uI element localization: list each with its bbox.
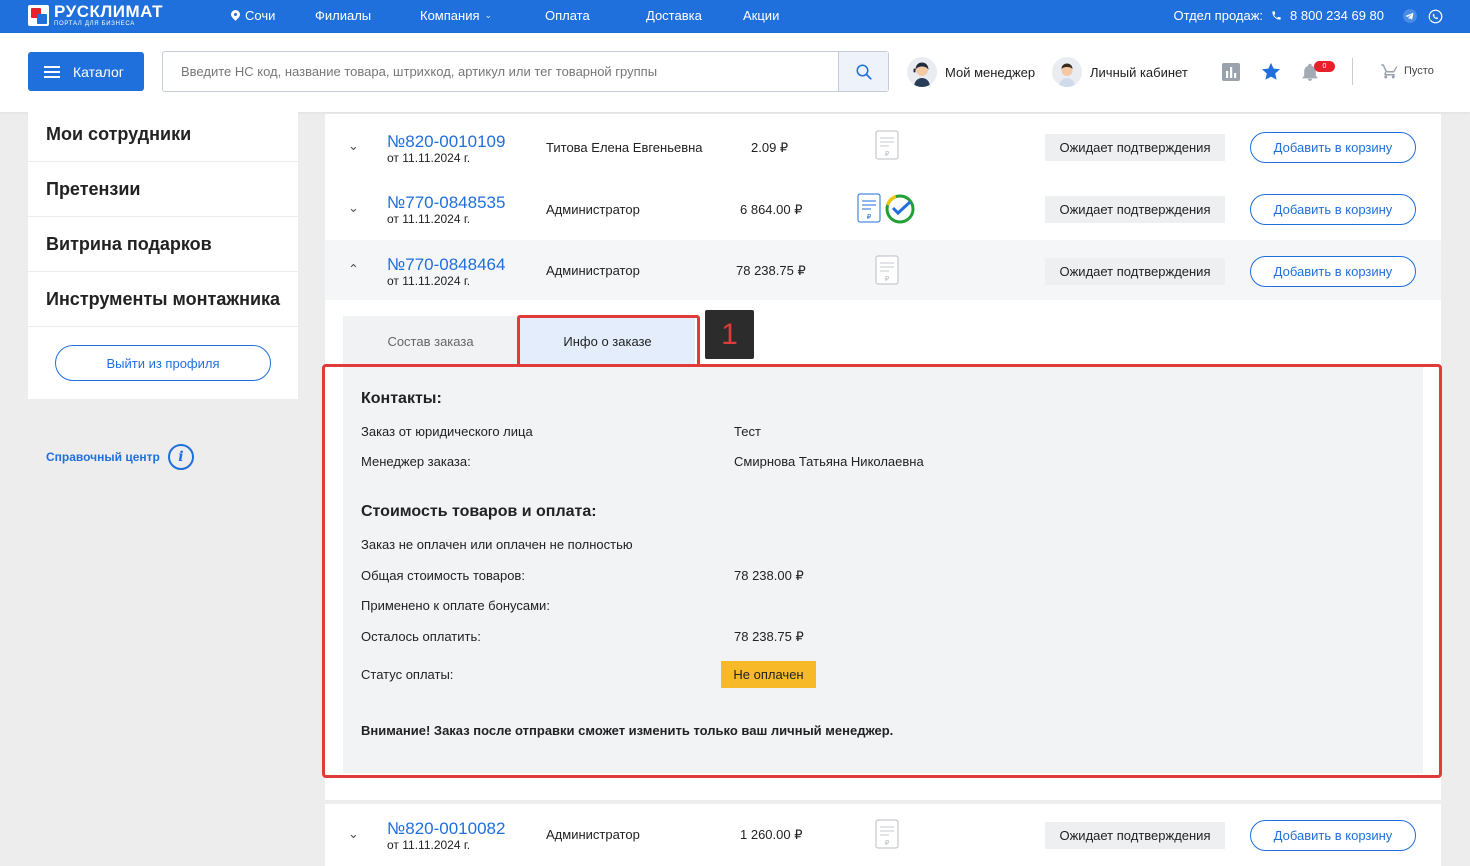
sales-label: Отдел продаж: — [1173, 8, 1264, 23]
personal-cabinet-link[interactable]: Личный кабинет — [1052, 57, 1188, 87]
statistics-icon[interactable] — [1221, 62, 1241, 82]
order-status-badge: Ожидает подтверждения — [1045, 134, 1225, 161]
location-pin-icon — [231, 10, 240, 21]
order-detail-panel: Состав заказа Инфо о заказе 1 Контакты: … — [322, 300, 1442, 800]
my-manager-label: Мой менеджер — [945, 64, 1036, 80]
add-to-cart-button[interactable]: Добавить в корзину — [1250, 194, 1416, 225]
cart-button[interactable]: Пусто — [1380, 62, 1434, 80]
order-date: от 11.11.2024 г. — [387, 212, 471, 226]
top-bar: РУСКЛИМАТ ПОРТАЛ ДЛЯ БИЗНЕСА Сочи Филиал… — [0, 0, 1470, 33]
expand-chevron-icon[interactable]: ⌄ — [348, 826, 359, 842]
my-manager-link[interactable]: Мой менеджер — [907, 57, 1035, 87]
svg-text:₽: ₽ — [885, 839, 890, 847]
logo-title: РУСКЛИМАТ — [54, 2, 163, 21]
invoice-document-icon[interactable]: ₽ — [875, 255, 899, 285]
notifications-count-badge: 0 — [1314, 61, 1335, 72]
order-author: Администратор — [546, 827, 640, 842]
annotation-marker: 1 — [705, 310, 754, 359]
svg-text:₽: ₽ — [867, 213, 872, 221]
expand-chevron-icon[interactable]: ⌄ — [348, 138, 359, 154]
add-to-cart-button[interactable]: Добавить в корзину — [1250, 256, 1416, 287]
nav-delivery[interactable]: Доставка — [646, 8, 702, 23]
add-to-cart-button[interactable]: Добавить в корзину — [1250, 132, 1416, 163]
help-center-label: Справочный центр — [46, 450, 160, 464]
invoice-document-icon[interactable]: ₽ — [875, 819, 899, 849]
sberbank-payment-icon[interactable] — [884, 193, 916, 225]
cart-label: Пусто — [1404, 65, 1434, 77]
order-row[interactable]: ⌄ №770-0848535 от 11.11.2024 г. Админист… — [325, 178, 1441, 240]
logout-button[interactable]: Выйти из профиля — [55, 345, 271, 381]
telegram-icon[interactable] — [1403, 9, 1417, 23]
catalog-button[interactable]: Каталог — [28, 52, 144, 91]
city-selector[interactable]: Сочи — [231, 8, 275, 23]
svg-text:₽: ₽ — [885, 150, 890, 158]
personal-cabinet-label: Личный кабинет — [1090, 64, 1188, 80]
order-author: Администратор — [546, 202, 640, 217]
highlight-box-info — [322, 364, 1442, 778]
order-number[interactable]: №770-0848535 — [387, 193, 505, 213]
catalog-label: Каталог — [73, 63, 124, 80]
order-row[interactable]: ⌄ №820-0010109 от 11.11.2024 г. Титова Е… — [325, 114, 1441, 178]
sidebar-item-employees[interactable]: Мои сотрудники — [28, 108, 298, 162]
favorites-star-icon[interactable] — [1260, 61, 1282, 83]
orders-list: ⌄ №820-0010109 от 11.11.2024 г. Титова Е… — [322, 112, 1442, 866]
order-sum: 2.09 ₽ — [751, 140, 789, 155]
order-author: Администратор — [546, 263, 640, 278]
search-bar — [162, 51, 889, 92]
header: Каталог Мой менеджер Личный кабинет 0 Пу… — [0, 33, 1470, 112]
sidebar-item-gifts[interactable]: Витрина подарков — [28, 217, 298, 272]
order-number[interactable]: №770-0848464 — [387, 255, 505, 275]
order-sum: 78 238.75 ₽ — [736, 263, 806, 278]
whatsapp-icon[interactable] — [1428, 9, 1443, 24]
order-row-expanded[interactable]: ⌄ №770-0848464 от 11.11.2024 г. Админист… — [325, 240, 1441, 300]
header-divider — [1352, 58, 1353, 85]
add-to-cart-button[interactable]: Добавить в корзину — [1250, 820, 1416, 851]
order-number[interactable]: №820-0010082 — [387, 819, 505, 839]
search-input[interactable] — [163, 52, 838, 91]
order-row[interactable]: ⌄ №820-0010082 от 11.11.2024 г. Админист… — [325, 804, 1441, 866]
invoice-document-icon[interactable]: ₽ — [857, 193, 881, 223]
phone-number: 8 800 234 69 80 — [1290, 8, 1384, 23]
logo-mark-icon — [28, 4, 49, 26]
order-date: от 11.11.2024 г. — [387, 274, 471, 288]
nav-payment[interactable]: Оплата — [545, 8, 590, 23]
sales-phone[interactable]: Отдел продаж: 8 800 234 69 80 — [1173, 8, 1384, 23]
expand-chevron-icon[interactable]: ⌄ — [348, 200, 359, 216]
order-status-badge: Ожидает подтверждения — [1045, 258, 1225, 285]
order-sum: 6 864.00 ₽ — [740, 202, 803, 217]
nav-branches[interactable]: Филиалы — [315, 8, 371, 23]
order-author: Титова Елена Евгеньевна — [546, 140, 703, 155]
sidebar-item-claims[interactable]: Претензии — [28, 162, 298, 217]
order-number[interactable]: №820-0010109 — [387, 132, 505, 152]
search-icon — [856, 64, 872, 80]
order-date: от 11.11.2024 г. — [387, 151, 471, 165]
nav-promotions[interactable]: Акции — [743, 8, 779, 23]
order-sum: 1 260.00 ₽ — [740, 827, 803, 842]
order-status-badge: Ожидает подтверждения — [1045, 196, 1225, 223]
collapse-chevron-icon[interactable]: ⌄ — [348, 260, 359, 276]
user-avatar — [1052, 57, 1082, 87]
manager-avatar — [907, 57, 937, 87]
help-center-link[interactable]: Справочный центр i — [46, 444, 194, 470]
chevron-down-icon: ⌄ — [484, 10, 493, 20]
search-button[interactable] — [838, 52, 888, 91]
order-date: от 11.11.2024 г. — [387, 838, 471, 852]
highlight-box-tab — [517, 315, 700, 368]
sidebar: Мои сотрудники Претензии Витрина подарко… — [28, 108, 298, 399]
sidebar-item-installer-tools[interactable]: Инструменты монтажника — [28, 272, 298, 327]
logo[interactable]: РУСКЛИМАТ ПОРТАЛ ДЛЯ БИЗНЕСА — [28, 3, 163, 27]
order-status-badge: Ожидает подтверждения — [1045, 822, 1225, 849]
phone-icon — [1272, 11, 1281, 20]
tab-order-composition[interactable]: Состав заказа — [343, 316, 518, 366]
logo-subtitle: ПОРТАЛ ДЛЯ БИЗНЕСА — [54, 21, 135, 27]
nav-company[interactable]: Компания ⌄ — [420, 8, 492, 23]
menu-icon — [44, 65, 60, 78]
info-icon: i — [167, 444, 194, 470]
svg-text:₽: ₽ — [885, 275, 890, 283]
city-label: Сочи — [245, 8, 276, 23]
invoice-document-icon[interactable]: ₽ — [875, 130, 899, 160]
cart-icon — [1381, 64, 1398, 79]
